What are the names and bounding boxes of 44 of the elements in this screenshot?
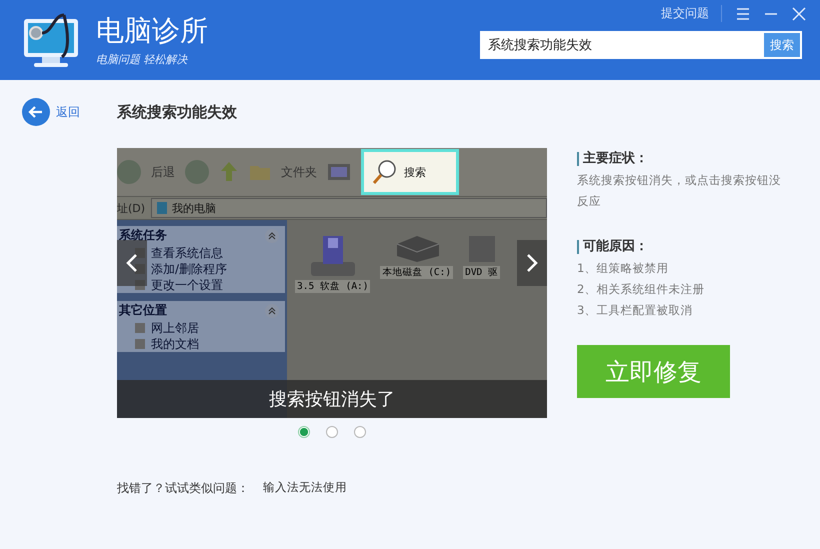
slide-caption: 搜索按钮消失了 [117, 380, 547, 418]
chevron-left-icon [125, 253, 139, 273]
feedback-link[interactable]: 提交问题 [661, 5, 722, 22]
task-item-icon [133, 321, 147, 335]
page-title: 系统搜索功能失效 [117, 102, 237, 122]
panel-title: 其它位置 [119, 302, 167, 319]
address-label: 址(D) [117, 200, 146, 216]
collapse-chevron-icon [265, 228, 279, 242]
drive-label: 3.5 软盘 (A:) [295, 280, 370, 293]
back-button[interactable]: 返回 [22, 98, 117, 126]
toolbar-label: 后退 [151, 164, 175, 180]
section-heading: 可能原因： [577, 240, 792, 254]
suggestion-label: 找错了？试试类似问题： [117, 480, 249, 497]
section-heading: 主要症状： [577, 152, 792, 166]
slide-indicator-dot[interactable] [326, 426, 338, 438]
panel-title: 系统任务 [119, 227, 167, 244]
chevron-right-icon [525, 253, 539, 273]
fix-now-button[interactable]: 立即修复 [577, 345, 730, 398]
previous-slide-button[interactable] [117, 240, 147, 286]
floppy-drive-icon [308, 234, 357, 278]
drive-label: DVD 驱 [463, 266, 500, 279]
search-field[interactable]: 系统搜索功能失效 搜索 [480, 31, 802, 59]
menu-icon[interactable] [736, 6, 750, 20]
cause-item: 2、相关系统组件未注册 [577, 281, 706, 298]
cause-item: 1、组策略被禁用 [577, 260, 670, 277]
collapse-chevron-icon [265, 304, 279, 318]
cause-item: 3、工具栏配置被取消 [577, 302, 694, 319]
drive-label: 本地磁盘 (C:) [380, 266, 454, 279]
symptom-text: 系统搜索按钮消失，或点击搜索按钮没反应 [577, 172, 782, 210]
slide-indicator-dot[interactable] [354, 426, 366, 438]
up-arrow-icon [219, 161, 239, 183]
magnifier-icon [372, 159, 398, 185]
toolbar-label: 文件夹 [281, 164, 317, 180]
slide-indicator-dot[interactable] [298, 426, 310, 438]
task-item-icon [133, 337, 147, 351]
app-subtitle: 电脑问题 轻松解决 [96, 52, 189, 66]
similar-issue-link[interactable]: 输入法无法使用 [263, 480, 347, 497]
next-slide-button[interactable] [517, 240, 547, 286]
app-title: 电脑诊所 [96, 14, 208, 48]
search-button[interactable]: 搜索 [764, 33, 800, 57]
address-field: 我的电脑 [151, 198, 547, 218]
close-icon[interactable] [792, 6, 806, 20]
monitor-stethoscope-logo-icon [22, 11, 80, 69]
folder-icon [249, 163, 271, 181]
